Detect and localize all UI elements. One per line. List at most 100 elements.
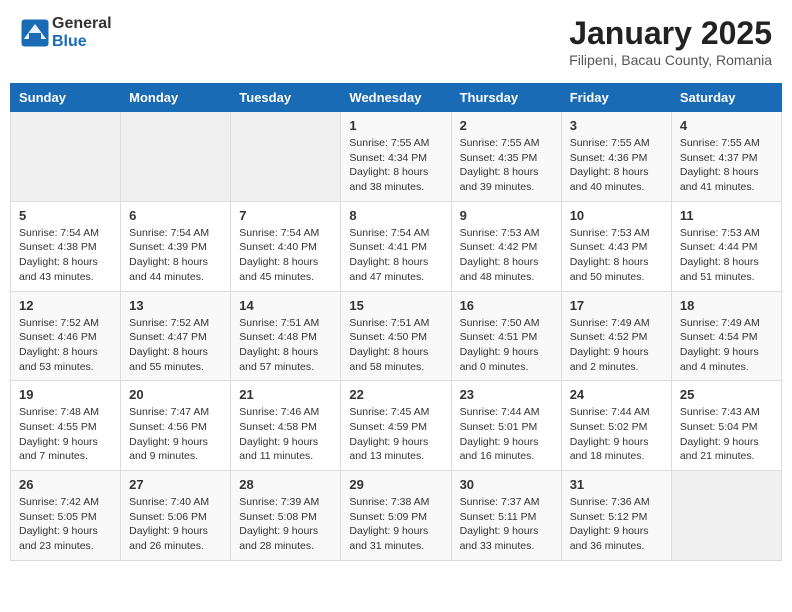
day-info: Sunrise: 7:49 AMSunset: 4:52 PMDaylight:… [570, 316, 663, 375]
day-info: Sunrise: 7:55 AMSunset: 4:36 PMDaylight:… [570, 136, 663, 195]
day-info: Sunrise: 7:47 AMSunset: 4:56 PMDaylight:… [129, 405, 222, 464]
day-number: 7 [239, 208, 332, 223]
calendar-cell: 22Sunrise: 7:45 AMSunset: 4:59 PMDayligh… [341, 381, 451, 471]
day-info: Sunrise: 7:44 AMSunset: 5:02 PMDaylight:… [570, 405, 663, 464]
logo-blue-text: Blue [52, 33, 87, 50]
day-info: Sunrise: 7:37 AMSunset: 5:11 PMDaylight:… [460, 495, 553, 554]
day-number: 9 [460, 208, 553, 223]
calendar-cell: 24 Sunrise: 7:44 AMSunset: 5:02 PMDayligh… [561, 381, 671, 471]
calendar-cell: 6 Sunrise: 7:54 AMSunset: 4:39 PMDaylight… [121, 201, 231, 291]
weekday-header-friday: Friday [561, 84, 671, 112]
calendar-cell: 15Sunrise: 7:51 AMSunset: 4:50 PMDayligh… [341, 291, 451, 381]
day-number: 21 [239, 387, 332, 402]
day-number: 1 [349, 118, 442, 133]
logo-icon [20, 18, 50, 48]
calendar-cell: 27Sunrise: 7:40 AMSunset: 5:06 PMDayligh… [121, 471, 231, 561]
calendar-cell: 30Sunrise: 7:37 AMSunset: 5:11 PMDayligh… [451, 471, 561, 561]
month-title: January 2025 [569, 15, 772, 52]
day-number: 4 [680, 118, 773, 133]
day-number: 3 [570, 118, 663, 133]
day-info: Sunrise: 7:54 AMSunset: 4:39 PMDaylight:… [129, 226, 222, 285]
calendar-cell: 18 Sunrise: 7:49 AMSunset: 4:54 PMDayligh… [671, 291, 781, 381]
day-info: Sunrise: 7:48 AMSunset: 4:55 PMDaylight:… [19, 405, 112, 464]
day-number: 2 [460, 118, 553, 133]
day-info: Sunrise: 7:42 AMSunset: 5:05 PMDaylight:… [19, 495, 112, 554]
location-title: Filipeni, Bacau County, Romania [569, 52, 772, 68]
day-number: 15 [349, 298, 442, 313]
calendar-cell [671, 471, 781, 561]
calendar-cell: 29 Sunrise: 7:38 AMSunset: 5:09 PMDayligh… [341, 471, 451, 561]
day-info: Sunrise: 7:54 AMSunset: 4:38 PMDaylight:… [19, 226, 112, 285]
day-number: 20 [129, 387, 222, 402]
calendar-cell [121, 112, 231, 202]
calendar-cell: 12 Sunrise: 7:52 AMSunset: 4:46 PMDayligh… [11, 291, 121, 381]
day-number: 28 [239, 477, 332, 492]
weekday-header-saturday: Saturday [671, 84, 781, 112]
day-number: 27 [129, 477, 222, 492]
day-number: 18 [680, 298, 773, 313]
day-number: 12 [19, 298, 112, 313]
weekday-header-row: SundayMondayTuesdayWednesdayThursdayFrid… [11, 84, 782, 112]
day-info: Sunrise: 7:49 AMSunset: 4:54 PMDaylight:… [680, 316, 773, 375]
day-info: Sunrise: 7:52 AMSunset: 4:47 PMDaylight:… [129, 316, 222, 375]
day-number: 31 [570, 477, 663, 492]
day-info: Sunrise: 7:53 AMSunset: 4:42 PMDaylight:… [460, 226, 553, 285]
weekday-header-tuesday: Tuesday [231, 84, 341, 112]
day-info: Sunrise: 7:54 AMSunset: 4:40 PMDaylight:… [239, 226, 332, 285]
calendar-cell: 31Sunrise: 7:36 AMSunset: 5:12 PMDayligh… [561, 471, 671, 561]
day-number: 16 [460, 298, 553, 313]
calendar-cell: 16 Sunrise: 7:50 AMSunset: 4:51 PMDayligh… [451, 291, 561, 381]
calendar-cell: 19 Sunrise: 7:48 AMSunset: 4:55 PMDayligh… [11, 381, 121, 471]
day-number: 5 [19, 208, 112, 223]
day-number: 13 [129, 298, 222, 313]
title-block: January 2025 Filipeni, Bacau County, Rom… [569, 15, 772, 68]
day-info: Sunrise: 7:45 AMSunset: 4:59 PMDaylight:… [349, 405, 442, 464]
calendar-cell: 21 Sunrise: 7:46 AMSunset: 4:58 PMDayligh… [231, 381, 341, 471]
calendar-cell: 2 Sunrise: 7:55 AMSunset: 4:35 PMDaylight… [451, 112, 561, 202]
day-info: Sunrise: 7:50 AMSunset: 4:51 PMDaylight:… [460, 316, 553, 375]
calendar-cell: 28 Sunrise: 7:39 AMSunset: 5:08 PMDayligh… [231, 471, 341, 561]
weekday-header-wednesday: Wednesday [341, 84, 451, 112]
calendar-week-3: 12 Sunrise: 7:52 AMSunset: 4:46 PMDayligh… [11, 291, 782, 381]
day-number: 17 [570, 298, 663, 313]
calendar-cell: 10Sunrise: 7:53 AMSunset: 4:43 PMDayligh… [561, 201, 671, 291]
day-info: Sunrise: 7:44 AMSunset: 5:01 PMDaylight:… [460, 405, 553, 464]
calendar-cell [11, 112, 121, 202]
calendar-cell: 17 Sunrise: 7:49 AMSunset: 4:52 PMDayligh… [561, 291, 671, 381]
day-info: Sunrise: 7:55 AMSunset: 4:34 PMDaylight:… [349, 136, 442, 195]
day-number: 14 [239, 298, 332, 313]
day-info: Sunrise: 7:39 AMSunset: 5:08 PMDaylight:… [239, 495, 332, 554]
calendar-week-2: 5 Sunrise: 7:54 AMSunset: 4:38 PMDaylight… [11, 201, 782, 291]
day-number: 8 [349, 208, 442, 223]
day-number: 23 [460, 387, 553, 402]
calendar-cell: 20 Sunrise: 7:47 AMSunset: 4:56 PMDayligh… [121, 381, 231, 471]
calendar-cell: 5 Sunrise: 7:54 AMSunset: 4:38 PMDaylight… [11, 201, 121, 291]
calendar-table: SundayMondayTuesdayWednesdayThursdayFrid… [10, 83, 782, 561]
day-number: 29 [349, 477, 442, 492]
day-info: Sunrise: 7:54 AMSunset: 4:41 PMDaylight:… [349, 226, 442, 285]
day-info: Sunrise: 7:51 AMSunset: 4:48 PMDaylight:… [239, 316, 332, 375]
day-info: Sunrise: 7:55 AMSunset: 4:35 PMDaylight:… [460, 136, 553, 195]
day-number: 11 [680, 208, 773, 223]
logo: General Blue [20, 15, 112, 51]
calendar-cell: 7 Sunrise: 7:54 AMSunset: 4:40 PMDaylight… [231, 201, 341, 291]
day-info: Sunrise: 7:38 AMSunset: 5:09 PMDaylight:… [349, 495, 442, 554]
day-info: Sunrise: 7:46 AMSunset: 4:58 PMDaylight:… [239, 405, 332, 464]
day-number: 19 [19, 387, 112, 402]
calendar-cell: 14 Sunrise: 7:51 AMSunset: 4:48 PMDayligh… [231, 291, 341, 381]
day-number: 26 [19, 477, 112, 492]
day-number: 25 [680, 387, 773, 402]
day-info: Sunrise: 7:55 AMSunset: 4:37 PMDaylight:… [680, 136, 773, 195]
calendar-cell: 23 Sunrise: 7:44 AMSunset: 5:01 PMDayligh… [451, 381, 561, 471]
day-info: Sunrise: 7:53 AMSunset: 4:43 PMDaylight:… [570, 226, 663, 285]
weekday-header-sunday: Sunday [11, 84, 121, 112]
calendar-cell: 4 Sunrise: 7:55 AMSunset: 4:37 PMDaylight… [671, 112, 781, 202]
calendar-cell: 9 Sunrise: 7:53 AMSunset: 4:42 PMDaylight… [451, 201, 561, 291]
day-number: 24 [570, 387, 663, 402]
day-number: 6 [129, 208, 222, 223]
weekday-header-monday: Monday [121, 84, 231, 112]
day-info: Sunrise: 7:52 AMSunset: 4:46 PMDaylight:… [19, 316, 112, 375]
calendar-cell: 8 Sunrise: 7:54 AMSunset: 4:41 PMDaylight… [341, 201, 451, 291]
calendar-week-1: 1 Sunrise: 7:55 AMSunset: 4:34 PMDaylight… [11, 112, 782, 202]
page-header: General Blue January 2025 Filipeni, Baca… [10, 10, 782, 73]
